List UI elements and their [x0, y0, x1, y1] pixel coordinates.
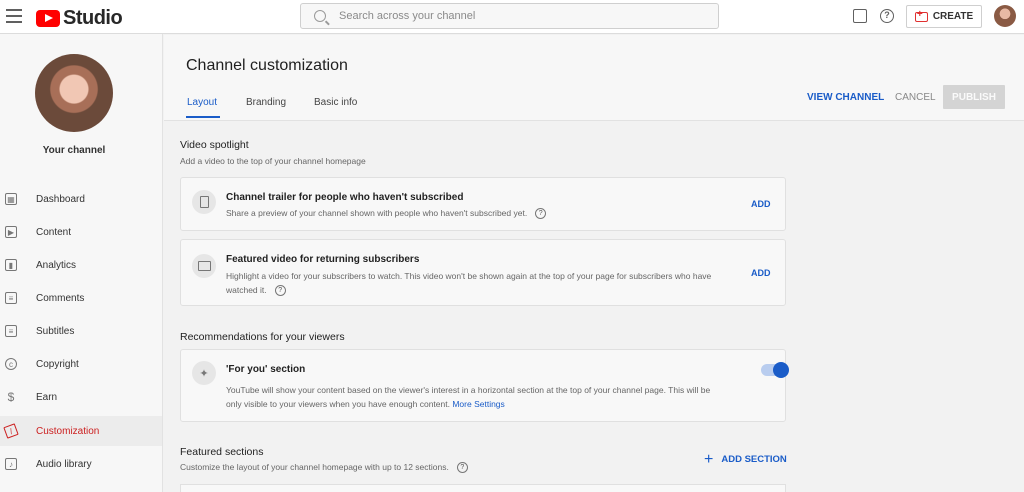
sidebar-item-earn[interactable]: $ Earn: [0, 382, 162, 412]
card-description: YouTube will show your content based on …: [226, 385, 711, 409]
page-title: Channel customization: [186, 57, 348, 74]
account-avatar[interactable]: [994, 5, 1016, 27]
your-channel-label: Your channel: [42, 145, 106, 156]
channel-avatar[interactable]: [35, 54, 113, 132]
add-trailer-button[interactable]: ADD: [751, 199, 771, 209]
add-section-button[interactable]: + ADD SECTION: [704, 450, 787, 468]
card-title: 'For you' section: [226, 364, 306, 375]
toggle-knob: [773, 362, 789, 378]
view-channel-button[interactable]: VIEW CHANNEL: [807, 92, 884, 103]
layout-content: Video spotlight Add a video to the top o…: [164, 122, 1024, 492]
for-you-card: ✦ 'For you' section YouTube will show yo…: [180, 349, 789, 422]
sidebar-item-label: Subtitles: [36, 325, 75, 337]
sidebar-item-dashboard[interactable]: ▦ Dashboard: [0, 184, 162, 214]
sidebar-item-label: Content: [36, 226, 72, 238]
more-settings-link[interactable]: More Settings: [452, 399, 504, 409]
menu-icon[interactable]: [6, 9, 22, 23]
tab-layout[interactable]: Layout: [187, 97, 217, 108]
add-featured-video-button[interactable]: ADD: [751, 268, 771, 278]
publish-button[interactable]: PUBLISH: [943, 85, 1005, 109]
sidebar-item-label: Comments: [36, 292, 85, 304]
search-input[interactable]: [339, 10, 699, 22]
help-icon[interactable]: ?: [274, 285, 286, 297]
copyright-icon: c: [5, 358, 17, 370]
sidebar-item-copyright[interactable]: c Copyright: [0, 349, 162, 379]
wand-icon: /: [3, 423, 19, 439]
sidebar-item-comments[interactable]: ≡ Comments: [0, 283, 162, 313]
add-section-label: ADD SECTION: [721, 454, 787, 465]
comments-icon: ≡: [5, 292, 17, 304]
tab-basic-info[interactable]: Basic info: [314, 97, 357, 108]
sidebar-item-content[interactable]: ▶ Content: [0, 217, 162, 247]
logo-text: Studio: [63, 7, 123, 29]
sidebar: Your channel ▦ Dashboard ▶ Content ▮ Ana…: [0, 34, 163, 492]
sidebar-item-customization[interactable]: / Customization: [0, 416, 162, 446]
sidebar-item-analytics[interactable]: ▮ Analytics: [0, 250, 162, 280]
card-description: Share a preview of your channel shown wi…: [226, 206, 547, 220]
subtitles-icon: ≡: [5, 325, 17, 337]
feedback-icon[interactable]: [853, 9, 867, 23]
tab-branding[interactable]: Branding: [246, 97, 286, 108]
youtube-logo-icon: [36, 10, 60, 27]
film-icon: [192, 190, 216, 214]
featured-sections-subtitle: Customize the layout of your channel hom…: [180, 462, 468, 474]
create-video-icon: [914, 9, 928, 22]
dashboard-icon: ▦: [5, 193, 17, 205]
studio-logo[interactable]: Studio: [36, 7, 123, 30]
dollar-icon: $: [7, 390, 15, 404]
sidebar-item-label: Audio library: [36, 458, 92, 470]
active-tab-indicator: [186, 116, 220, 118]
sidebar-item-label: Copyright: [36, 358, 79, 370]
channel-trailer-card: Channel trailer for people who haven't s…: [180, 177, 786, 231]
sidebar-item-label: Earn: [36, 391, 58, 403]
sparkle-icon: ✦: [192, 361, 216, 385]
create-label: CREATE: [932, 11, 974, 22]
card-description: Highlight a video for your subscribers t…: [226, 271, 712, 297]
cancel-button[interactable]: CANCEL: [895, 92, 936, 103]
help-icon[interactable]: ?: [880, 9, 894, 23]
page-header: Channel customization Layout Branding Ba…: [164, 35, 1024, 121]
sidebar-item-label: Dashboard: [36, 193, 85, 205]
featured-section-card: [180, 484, 786, 492]
sidebar-item-subtitles[interactable]: ≡ Subtitles: [0, 316, 162, 346]
top-bar: Studio ? CREATE: [0, 0, 1024, 34]
video-spotlight-title: Video spotlight: [180, 139, 249, 151]
create-button[interactable]: CREATE: [906, 5, 982, 28]
featured-video-card: Featured video for returning subscribers…: [180, 239, 786, 306]
card-title: Featured video for returning subscribers: [226, 254, 420, 265]
plus-icon: +: [704, 450, 714, 468]
for-you-toggle[interactable]: [761, 362, 789, 378]
sidebar-item-label: Analytics: [36, 259, 77, 271]
card-title: Channel trailer for people who haven't s…: [226, 192, 464, 203]
featured-sections-title: Featured sections: [180, 446, 264, 458]
recommendations-title: Recommendations for your viewers: [180, 331, 345, 343]
search-box[interactable]: [300, 3, 719, 29]
help-icon[interactable]: ?: [535, 208, 547, 220]
video-spotlight-subtitle: Add a video to the top of your channel h…: [180, 156, 366, 166]
audio-library-icon: ♪: [5, 458, 17, 470]
analytics-icon: ▮: [5, 259, 17, 271]
sidebar-item-label: Customization: [36, 425, 100, 437]
content-icon: ▶: [5, 226, 17, 238]
help-icon[interactable]: ?: [456, 462, 468, 474]
search-icon[interactable]: [314, 10, 326, 22]
sidebar-item-audio-library[interactable]: ♪ Audio library: [0, 449, 162, 479]
featured-video-icon: [192, 254, 216, 278]
